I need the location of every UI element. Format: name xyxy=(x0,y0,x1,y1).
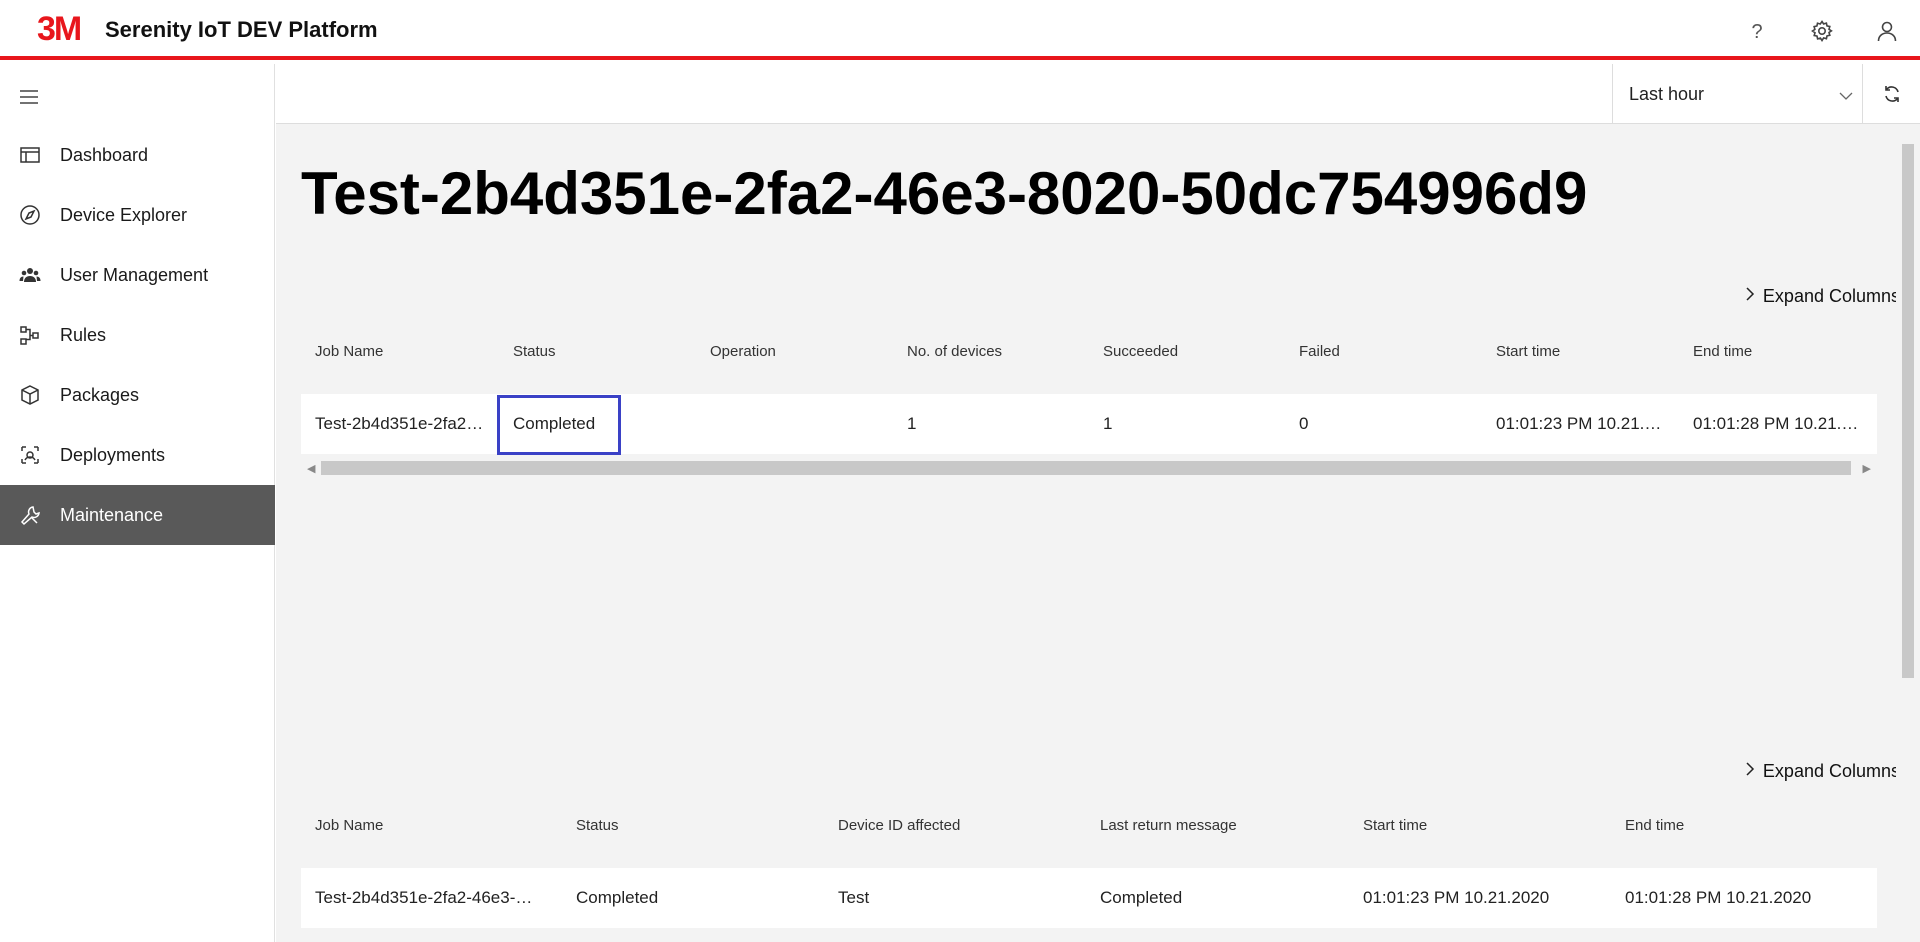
scroll-right-icon[interactable]: ▶ xyxy=(1863,462,1871,475)
sidebar-item-maintenance[interactable]: Maintenance xyxy=(0,485,275,545)
cell-last-message: Completed xyxy=(1100,888,1183,907)
sidebar-item-rules[interactable]: Rules xyxy=(0,305,275,365)
cell-job-name[interactable]: Test-2b4d351e-2fa2-46e3-8020-50dc754996d… xyxy=(315,868,541,928)
scroll-left-icon[interactable]: ◀ xyxy=(307,462,315,475)
question-icon[interactable]: ? xyxy=(1742,16,1772,46)
column-header[interactable]: Operation xyxy=(710,332,776,372)
time-range-select[interactable]: Last hour xyxy=(1612,64,1862,124)
expand-columns-label: Expand Columns xyxy=(1762,286,1900,306)
scrollbar-thumb[interactable] xyxy=(1902,144,1914,678)
gear-icon[interactable] xyxy=(1807,16,1837,46)
dashboard-icon xyxy=(18,143,42,167)
column-header[interactable]: Last return message xyxy=(1100,806,1237,846)
column-header[interactable]: Device ID affected xyxy=(838,806,960,846)
sidebar-item-deployments[interactable]: Deployments xyxy=(0,425,275,485)
cell-job-name[interactable]: Test-2b4d351e-2fa2-46e3-8020-50dc754996d… xyxy=(315,394,485,454)
expand-columns-button[interactable]: Expand Columns xyxy=(1745,761,1900,782)
expand-columns-button[interactable]: Expand Columns xyxy=(1745,286,1900,307)
column-header[interactable]: End time xyxy=(1693,332,1752,372)
svg-text:?: ? xyxy=(1751,21,1762,42)
app-title: Serenity IoT DEV Platform xyxy=(105,17,378,42)
table-row[interactable]: Test-2b4d351e-2fa2-46e3-8020-50dc754996d… xyxy=(301,868,1877,928)
cell-start-time: 01:01:23 PM 10.21.2020 xyxy=(1363,888,1550,907)
cell-operation xyxy=(710,394,880,454)
cell-end-time: 01:01:28 PM 10.21.2020 xyxy=(1625,888,1812,907)
rules-icon xyxy=(18,323,42,347)
wrench-icon xyxy=(18,503,42,527)
sidebar: Dashboard Device Explorer User Managemen… xyxy=(0,64,275,942)
sidebar-item-user-management[interactable]: User Management xyxy=(0,245,275,305)
scrollbar-thumb[interactable] xyxy=(321,461,1851,475)
column-header[interactable]: Job Name xyxy=(315,332,383,372)
sidebar-item-dashboard[interactable]: Dashboard xyxy=(0,125,275,185)
cell-status: Completed xyxy=(576,888,659,907)
expand-columns-label: Expand Columns xyxy=(1762,761,1900,781)
sidebar-item-label: Device Explorer xyxy=(60,204,188,225)
cell-status: Completed xyxy=(513,414,596,433)
sidebar-item-packages[interactable]: Packages xyxy=(0,365,275,425)
horizontal-scrollbar[interactable]: ◀ ▶ xyxy=(301,458,1877,478)
sidebar-item-label: Rules xyxy=(60,324,107,345)
app-header: 3M Serenity IoT DEV Platform ? xyxy=(0,0,1920,60)
jobs-table-header: Job Name Status Operation No. of devices… xyxy=(301,332,1877,372)
chevron-down-icon xyxy=(1838,88,1854,109)
sidebar-item-label: Deployments xyxy=(60,444,166,465)
vertical-scrollbar[interactable] xyxy=(1896,124,1920,942)
cell-device-id[interactable]: Test xyxy=(838,868,1068,928)
cell-failed: 0 xyxy=(1299,414,1309,433)
column-header[interactable]: No. of devices xyxy=(907,332,1002,372)
column-header[interactable]: Status xyxy=(576,806,619,846)
hamburger-icon[interactable] xyxy=(18,86,42,110)
refresh-icon[interactable] xyxy=(1862,64,1920,124)
page-title: Test-2b4d351e-2fa2-46e3-8020-50dc754996d… xyxy=(301,160,1588,227)
column-header[interactable]: Status xyxy=(513,332,556,372)
brand-logo[interactable]: 3M xyxy=(37,12,82,46)
chevron-right-icon xyxy=(1745,287,1755,306)
toolbar: Last hour xyxy=(276,64,1920,124)
deployment-icon xyxy=(18,443,42,467)
sidebar-item-label: Packages xyxy=(60,384,140,405)
chevron-right-icon xyxy=(1745,762,1755,781)
cell-device-count: 1 xyxy=(907,414,917,433)
sidebar-item-device-explorer[interactable]: Device Explorer xyxy=(0,185,275,245)
sidebar-item-label: User Management xyxy=(60,264,209,285)
table-row[interactable]: Test-2b4d351e-2fa2-46e3-8020-50dc754996d… xyxy=(301,394,1877,454)
cell-start-time: 01:01:23 PM 10.21.2020 xyxy=(1496,414,1666,433)
column-header[interactable]: Start time xyxy=(1496,332,1560,372)
time-range-value: Last hour xyxy=(1629,84,1705,104)
column-header[interactable]: Succeeded xyxy=(1103,332,1178,372)
main-content: Last hour Test-2b4d351e-2fa2-46e3-8020-5… xyxy=(276,64,1920,942)
cell-succeeded: 1 xyxy=(1103,414,1113,433)
column-header[interactable]: End time xyxy=(1625,806,1684,846)
cell-end-time: 01:01:28 PM 10.21.2020 xyxy=(1693,414,1863,433)
users-icon xyxy=(18,263,42,287)
package-icon xyxy=(18,383,42,407)
column-header[interactable]: Failed xyxy=(1299,332,1340,372)
sidebar-item-label: Maintenance xyxy=(60,504,164,525)
column-header[interactable]: Job Name xyxy=(315,806,383,846)
devices-table-header: Job Name Status Device ID affected Last … xyxy=(301,806,1877,846)
user-icon[interactable] xyxy=(1872,16,1902,46)
device-explorer-icon xyxy=(18,203,42,227)
column-header[interactable]: Start time xyxy=(1363,806,1427,846)
sidebar-item-label: Dashboard xyxy=(60,144,149,165)
